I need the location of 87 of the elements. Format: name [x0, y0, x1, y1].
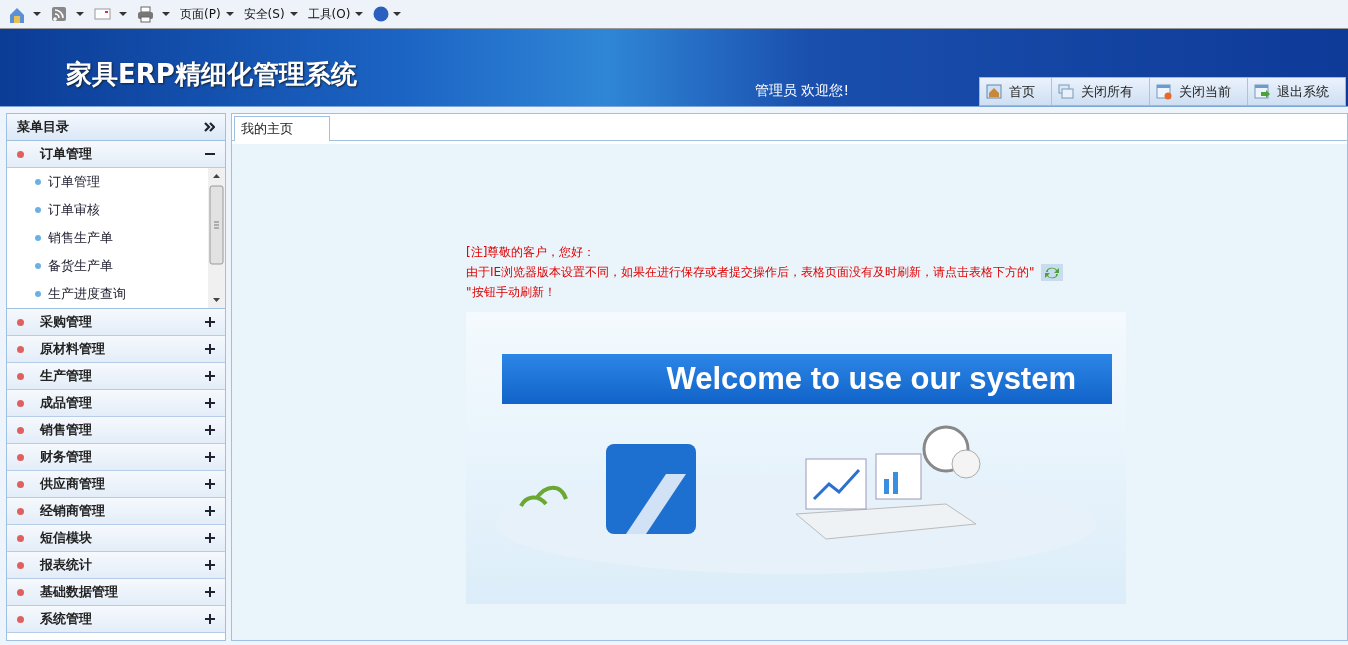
plus-icon: [205, 560, 215, 570]
bullet-icon: [35, 262, 41, 269]
bullet-icon: [17, 588, 24, 596]
menu-item[interactable]: 销售生产单: [35, 228, 208, 247]
bullet-icon: [35, 290, 41, 297]
menu-section[interactable]: 成品管理: [7, 390, 225, 417]
menu-section[interactable]: 系统管理: [7, 606, 225, 633]
bullet-icon: [35, 234, 41, 241]
toolbar-menu[interactable]: 安全(S): [243, 5, 298, 23]
collapse-icon[interactable]: [204, 122, 215, 132]
plus-icon: [205, 614, 215, 624]
plus-icon: [205, 452, 215, 462]
menu-section[interactable]: 经销商管理: [7, 498, 225, 525]
menu-section[interactable]: 采购管理: [7, 309, 225, 336]
toolbar-menu[interactable]: 页面(P): [180, 5, 234, 23]
plus-icon: [205, 317, 215, 327]
welcome-text: 管理员 欢迎您!: [754, 82, 849, 100]
header-button[interactable]: 退出系统: [1248, 78, 1345, 105]
header-button[interactable]: 关闭所有: [1052, 78, 1150, 105]
bullet-icon: [17, 480, 24, 488]
bullet-icon: [17, 615, 24, 623]
header-button[interactable]: 首页: [980, 78, 1052, 105]
feed-icon: [51, 5, 68, 23]
menu-title: 菜单目录: [17, 118, 69, 136]
plus-icon: [205, 587, 215, 597]
notice-text: 由于IE浏览器版本设置不同，如果在进行保存或者提交操作后，表格页面没有及时刷新，请点击表格下方的": [466, 264, 1035, 281]
bullet-icon: [35, 178, 41, 185]
printer-icon: [137, 5, 154, 23]
menu-section[interactable]: 生产管理: [7, 363, 225, 390]
bullet-icon: [17, 345, 24, 353]
refresh-icon: [1040, 263, 1063, 281]
notice-text: "按钮手动刷新！: [466, 284, 556, 301]
menu-section[interactable]: 基础数据管理: [7, 579, 225, 606]
mail-icon: [94, 5, 111, 23]
plus-icon: [205, 344, 215, 354]
help-button[interactable]: [373, 6, 402, 22]
menu-section[interactable]: 财务管理: [7, 444, 225, 471]
bullet-icon: [17, 426, 24, 434]
printer-button[interactable]: [137, 5, 170, 23]
home-icon: [8, 5, 25, 23]
tab[interactable]: 我的主页: [234, 116, 330, 141]
caret-icon: [33, 12, 41, 16]
scrollbar[interactable]: [208, 168, 225, 308]
caret-icon: [162, 12, 170, 16]
bullet-icon: [17, 318, 24, 326]
welcome-banner: Welcome to use our system: [502, 354, 1112, 404]
window-icon: [1156, 83, 1172, 100]
bullet-icon: [17, 372, 24, 380]
bullet-icon: [17, 453, 24, 461]
windows-icon: [1058, 83, 1074, 100]
caret-icon: [76, 12, 84, 16]
plus-icon: [205, 425, 215, 435]
caret-icon: [355, 12, 364, 16]
plus-icon: [205, 506, 215, 516]
caret-icon: [393, 12, 402, 16]
menu-section[interactable]: 销售管理: [7, 417, 225, 444]
bullet-icon: [17, 507, 24, 515]
caret-icon: [225, 12, 234, 16]
plus-icon: [205, 479, 215, 489]
menu-section[interactable]: 订单管理: [7, 141, 225, 168]
menu-item[interactable]: 订单管理: [35, 172, 208, 191]
mail-button[interactable]: [94, 5, 127, 23]
bullet-icon: [17, 561, 24, 569]
help-icon: [373, 6, 390, 22]
menu-item[interactable]: 备货生产单: [35, 256, 208, 275]
caret-icon: [119, 12, 127, 16]
app-title: 家具ERP精细化管理系统: [66, 58, 357, 91]
notice-text: [注]尊敬的客户，您好：: [466, 244, 596, 261]
plus-icon: [205, 533, 215, 543]
bullet-icon: [17, 534, 24, 542]
house-icon: [986, 83, 1002, 100]
bullet-icon: [17, 150, 24, 158]
menu-section[interactable]: 短信模块: [7, 525, 225, 552]
menu-section[interactable]: 原材料管理: [7, 336, 225, 363]
plus-icon: [205, 398, 215, 408]
caret-icon: [289, 12, 298, 16]
menu-section[interactable]: 供应商管理: [7, 471, 225, 498]
feed-button[interactable]: [51, 5, 84, 23]
bullet-icon: [17, 399, 24, 407]
bullet-icon: [35, 206, 41, 213]
menu-item[interactable]: 订单审核: [35, 200, 208, 219]
menu-item[interactable]: 生产进度查询: [35, 284, 208, 303]
toolbar-menu[interactable]: 工具(O): [307, 5, 364, 23]
home-button[interactable]: [8, 5, 41, 23]
menu-section[interactable]: 报表统计: [7, 552, 225, 579]
plus-icon: [205, 371, 215, 381]
header-button[interactable]: 关闭当前: [1150, 78, 1248, 105]
